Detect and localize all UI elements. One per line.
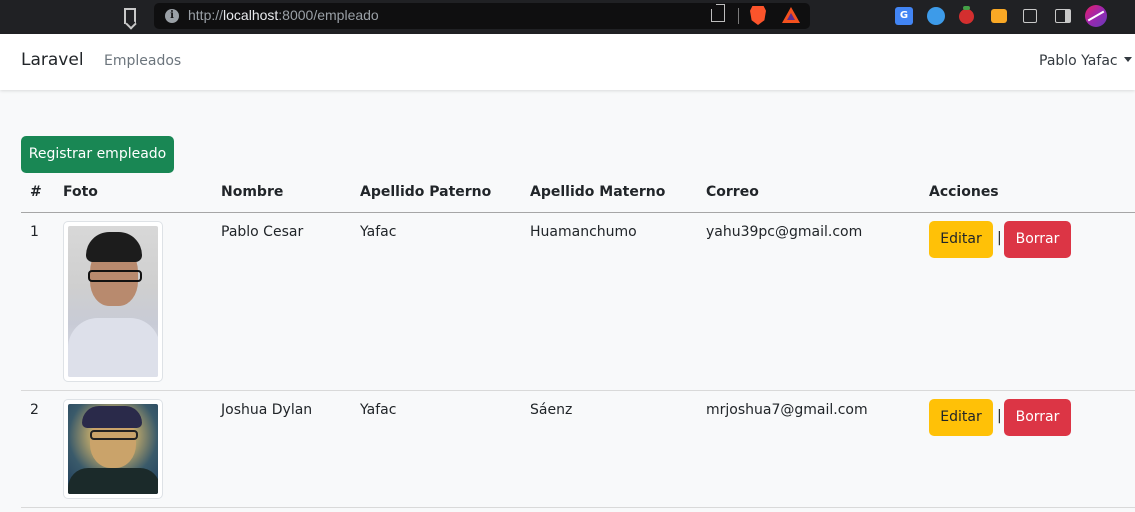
header-name: Nombre [221, 184, 284, 200]
employee-paternal-surname: Yafac [360, 402, 397, 418]
bat-rewards-icon[interactable] [782, 7, 800, 23]
extension-blue-icon[interactable] [927, 7, 945, 25]
header-photo: Foto [63, 184, 98, 200]
url-text[interactable]: http://localhost:8000/empleado [188, 7, 379, 23]
table-header: # Foto Nombre Apellido Paterno Apellido … [21, 173, 1135, 213]
edit-button[interactable]: Editar [929, 399, 993, 436]
extension-yellow-icon[interactable] [991, 9, 1007, 23]
url-rest: :8000/empleado [278, 7, 379, 23]
browser-toolbar: i http://localhost:8000/empleado G [0, 0, 1135, 34]
action-separator: | [997, 408, 1002, 424]
employee-paternal-surname: Yafac [360, 224, 397, 240]
caret-down-icon [1123, 57, 1132, 62]
sidebar-icon[interactable] [1055, 9, 1071, 23]
employee-photo [63, 221, 163, 382]
address-bar[interactable]: i http://localhost:8000/empleado [154, 3, 810, 29]
header-email: Correo [706, 184, 759, 200]
url-prefix: http:// [188, 7, 224, 23]
employee-photo [63, 399, 163, 499]
employee-email: yahu39pc@gmail.com [706, 224, 863, 240]
delete-button[interactable]: Borrar [1004, 221, 1071, 258]
employee-email: mrjoshua7@gmail.com [706, 402, 868, 418]
tomato-extension-icon[interactable] [959, 6, 974, 24]
header-paternal-surname: Apellido Paterno [360, 184, 492, 200]
navbar: Laravel Empleados Pablo Yafac [0, 34, 1135, 90]
table-row: 1 Pablo Cesar Yafac Huamanchumo yahu39pc… [21, 213, 1135, 391]
employee-maternal-surname: Huamanchumo [530, 224, 637, 240]
employee-name: Pablo Cesar [221, 224, 304, 240]
navbar-brand[interactable]: Laravel [21, 50, 84, 70]
table-row: 2 Joshua Dylan Yafac Sáenz mrjoshua7@gma… [21, 391, 1135, 508]
action-separator: | [997, 230, 1002, 246]
header-number: # [30, 184, 42, 200]
row-number: 2 [30, 402, 39, 418]
nav-link-empleados[interactable]: Empleados [104, 53, 181, 69]
info-icon[interactable]: i [165, 9, 179, 23]
user-name: Pablo Yafac [1039, 53, 1118, 69]
omnibox-divider [738, 8, 739, 24]
row-number: 1 [30, 224, 39, 240]
edit-button[interactable]: Editar [929, 221, 993, 258]
url-host: localhost [223, 7, 279, 23]
employee-maternal-surname: Sáenz [530, 402, 573, 418]
brave-shield-icon[interactable] [750, 6, 766, 25]
header-actions: Acciones [929, 184, 999, 200]
profile-avatar-icon[interactable] [1085, 5, 1107, 27]
google-translate-icon[interactable]: G [895, 7, 913, 25]
header-maternal-surname: Apellido Materno [530, 184, 666, 200]
bookmark-icon[interactable] [124, 8, 136, 24]
delete-button[interactable]: Borrar [1004, 399, 1071, 436]
register-employee-button[interactable]: Registrar empleado [21, 136, 174, 173]
puzzle-icon[interactable] [1023, 9, 1037, 23]
user-dropdown[interactable]: Pablo Yafac [1039, 53, 1132, 69]
employee-name: Joshua Dylan [221, 402, 313, 418]
share-icon[interactable] [711, 9, 725, 22]
